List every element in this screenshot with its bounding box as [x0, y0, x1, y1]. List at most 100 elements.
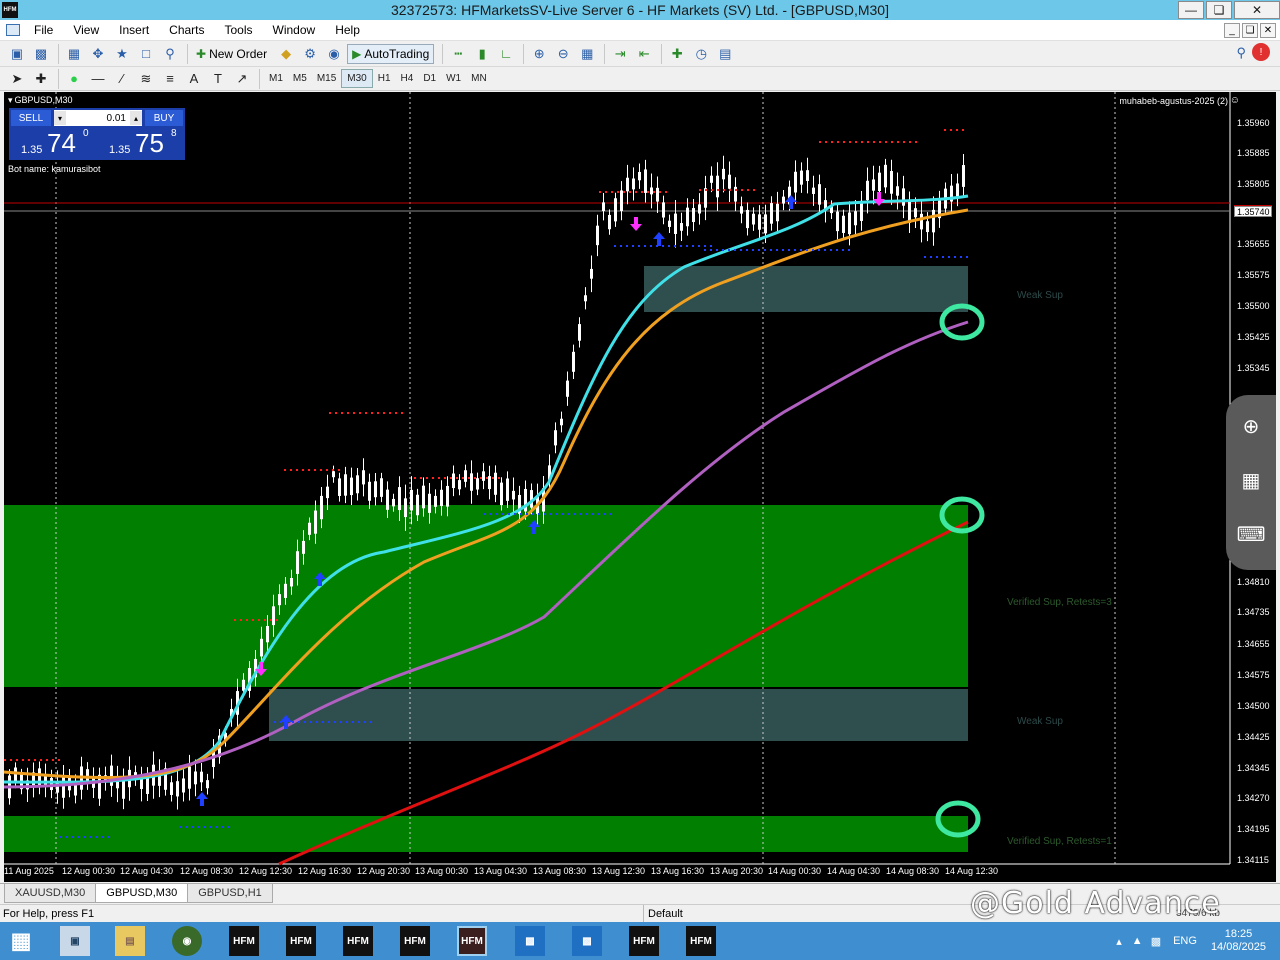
x-tick-label: 12 Aug 04:30 — [120, 866, 173, 876]
candle-body — [902, 188, 905, 205]
separator — [442, 44, 443, 64]
menu-help[interactable]: Help — [325, 23, 370, 37]
tab-xauusd-m30[interactable]: XAUUSD,M30 — [4, 884, 96, 903]
taskbar-hfm-app[interactable]: HFM — [400, 926, 430, 956]
candle-body — [362, 470, 365, 484]
tray-chevron-icon[interactable]: ▴ — [1116, 935, 1122, 948]
new-chart-icon[interactable]: ▣ — [6, 44, 28, 64]
taskbar-hfm-app[interactable]: HFM — [343, 926, 373, 956]
channel-icon[interactable]: ≋ — [135, 69, 157, 89]
taskbar-hfm-app[interactable]: HFM — [629, 926, 659, 956]
strategy-tester-icon[interactable]: ⚲ — [159, 44, 181, 64]
market-icon[interactable]: ◉ — [323, 44, 345, 64]
timeframe-h4[interactable]: H4 — [396, 70, 419, 87]
clock[interactable]: 18:25 14/08/2025 — [1211, 928, 1266, 954]
folder-icon[interactable]: ▤ — [115, 926, 145, 956]
color-icon[interactable]: ● — [63, 69, 85, 89]
profiles-icon[interactable]: ▩ — [30, 44, 52, 64]
timeframe-m1[interactable]: M1 — [264, 70, 288, 87]
autotrading-button[interactable]: ▶ AutoTrading — [347, 44, 434, 64]
chart-app-icon[interactable]: ▩ — [515, 926, 545, 956]
auto-scroll-icon[interactable]: ⇥ — [609, 44, 631, 64]
candle-body — [836, 212, 839, 231]
taskbar-hfm-app[interactable]: HFM — [229, 926, 259, 956]
child-minimize-button[interactable]: _ — [1224, 23, 1240, 38]
candle-body — [560, 419, 563, 426]
timeframe-w1[interactable]: W1 — [441, 70, 466, 87]
lot-size-field[interactable]: ▾ 0.01 ▴ — [54, 110, 142, 126]
magnifier-icon[interactable]: ⊕ — [1238, 413, 1264, 439]
menu-file[interactable]: File — [24, 23, 63, 37]
sell-button[interactable]: SELL — [11, 110, 51, 126]
line-chart-icon[interactable]: ∟ — [495, 44, 517, 64]
text-label-icon[interactable]: T — [207, 69, 229, 89]
zoom-in-icon[interactable]: ⊕ — [528, 44, 550, 64]
data-window-icon[interactable]: ✥ — [87, 44, 109, 64]
horizontal-line-icon[interactable]: — — [87, 69, 109, 89]
browser-icon[interactable]: ◉ — [172, 926, 202, 956]
cursor-icon[interactable]: ➤ — [6, 69, 28, 89]
buy-button[interactable]: BUY — [145, 110, 183, 126]
bar-chart-icon[interactable]: ┅ — [447, 44, 469, 64]
candle-body — [464, 470, 467, 482]
timeframe-mn[interactable]: MN — [466, 70, 492, 87]
fibonacci-icon[interactable]: ≡ — [159, 69, 181, 89]
restore-button[interactable]: ❏ — [1206, 1, 1232, 19]
signals-icon[interactable]: ⚙ — [299, 44, 321, 64]
chart-shift-icon[interactable]: ⇤ — [633, 44, 655, 64]
tab-gbpusd-m30[interactable]: GBPUSD,M30 — [95, 884, 188, 903]
trendline-icon[interactable]: ∕ — [111, 69, 133, 89]
timeframe-h1[interactable]: H1 — [373, 70, 396, 87]
keyboard-icon[interactable]: ⌨ — [1238, 521, 1264, 547]
menu-view[interactable]: View — [63, 23, 109, 37]
templates-icon[interactable]: ▤ — [714, 44, 736, 64]
windows-icon[interactable]: ▦ — [1238, 467, 1264, 493]
candle-body — [572, 352, 575, 372]
indicators-icon[interactable]: ✚ — [666, 44, 688, 64]
taskbar-hfm-app-active[interactable]: HFM — [457, 926, 487, 956]
timeframe-m30[interactable]: M30 — [341, 69, 372, 88]
timeframe-m15[interactable]: M15 — [312, 70, 341, 87]
child-restore-button[interactable]: ❏ — [1242, 23, 1258, 38]
language-indicator[interactable]: ENG — [1173, 935, 1197, 947]
menu-charts[interactable]: Charts — [159, 23, 214, 37]
navigator-icon[interactable]: ★ — [111, 44, 133, 64]
tile-windows-icon[interactable]: ▦ — [576, 44, 598, 64]
candle-body — [260, 639, 263, 657]
periods-icon[interactable]: ◷ — [690, 44, 712, 64]
new-order-button[interactable]: ✚ New Order — [192, 44, 271, 64]
candlestick-icon[interactable]: ▮ — [471, 44, 493, 64]
volume-icon[interactable]: ▩ — [1151, 935, 1161, 948]
start-windows-icon[interactable]: ▦ — [6, 926, 36, 956]
minimize-button[interactable]: — — [1178, 1, 1204, 19]
candle-body — [194, 771, 197, 784]
zoom-out-icon[interactable]: ⊖ — [552, 44, 574, 64]
child-close-button[interactable]: ✕ — [1260, 23, 1276, 38]
timeframe-d1[interactable]: D1 — [418, 70, 441, 87]
taskbar-hfm-app[interactable]: HFM — [286, 926, 316, 956]
timeframe-m5[interactable]: M5 — [288, 70, 312, 87]
lot-increase-icon[interactable]: ▴ — [130, 111, 142, 125]
lot-decrease-icon[interactable]: ▾ — [54, 111, 66, 125]
arrows-icon[interactable]: ↗ — [231, 69, 253, 89]
computer-icon[interactable]: ▣ — [60, 926, 90, 956]
candle-body — [674, 214, 677, 234]
search-icon[interactable]: ⚲ — [1236, 45, 1246, 61]
metaeditor-icon[interactable]: ◆ — [275, 44, 297, 64]
menu-window[interactable]: Window — [263, 23, 326, 37]
tab-gbpusd-h1[interactable]: GBPUSD,H1 — [187, 884, 273, 903]
notification-icon[interactable]: ! — [1252, 43, 1270, 61]
text-icon[interactable]: A — [183, 69, 205, 89]
candle-body — [410, 490, 413, 511]
menu-tools[interactable]: Tools — [215, 23, 263, 37]
price-chart[interactable]: ▾ GBPUSD,M30 SELL ▾ 0.01 ▴ BUY 1.35 74 0 … — [4, 92, 1276, 882]
terminal-icon[interactable]: □ — [135, 44, 157, 64]
close-button[interactable]: ✕ — [1234, 1, 1280, 19]
menu-insert[interactable]: Insert — [109, 23, 159, 37]
network-icon[interactable]: ▲ — [1132, 935, 1143, 947]
market-watch-icon[interactable]: ▦ — [63, 44, 85, 64]
chart-app-icon[interactable]: ▩ — [572, 926, 602, 956]
taskbar-hfm-app[interactable]: HFM — [686, 926, 716, 956]
crosshair-icon[interactable]: ✚ — [30, 69, 52, 89]
candle-body — [170, 782, 173, 795]
